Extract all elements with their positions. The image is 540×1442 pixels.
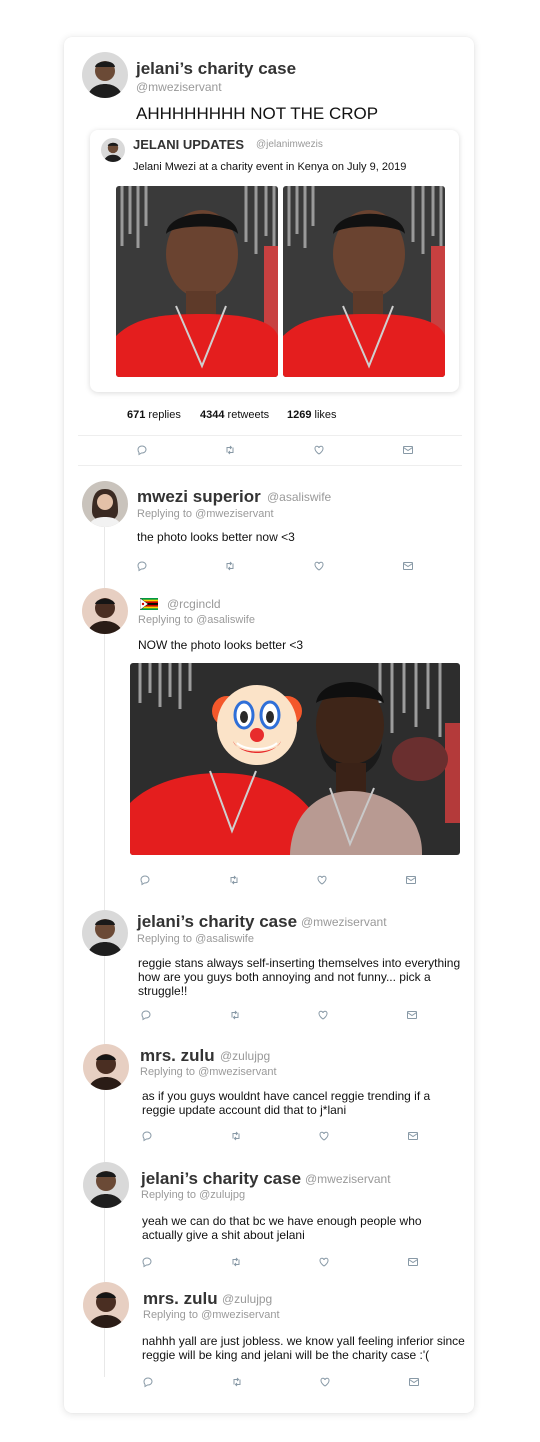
tweet-actions: [64, 1256, 474, 1270]
heart-icon[interactable]: [313, 560, 327, 574]
clown-emoji: [207, 677, 307, 777]
quote-photo-right[interactable]: [283, 186, 445, 377]
author-handle[interactable]: @asaliswife: [267, 490, 331, 504]
quote-author-handle: @jelanimwezis: [256, 139, 323, 150]
quote-text: Jelani Mwezi at a charity event in Kenya…: [133, 161, 407, 173]
tweet-text: NOW the photo looks better <3: [138, 638, 304, 652]
author-handle[interactable]: @zulujpg: [220, 1049, 270, 1063]
replying-to: Replying to @mweziservant: [140, 1066, 277, 1078]
retweet-icon[interactable]: [229, 1009, 243, 1023]
heart-icon[interactable]: [317, 1009, 331, 1023]
mail-icon[interactable]: [408, 1376, 422, 1390]
replies-count: 671: [127, 409, 146, 421]
mail-icon[interactable]: [402, 560, 416, 574]
tweet-text: reggie stans always self-inserting thems…: [138, 956, 461, 998]
reply-icon[interactable]: [142, 1376, 156, 1390]
reply-icon[interactable]: [141, 1256, 155, 1270]
replies-stat[interactable]: 671 replies: [127, 409, 181, 421]
quote-avatar: [101, 138, 125, 162]
author-handle[interactable]: @mweziservant: [305, 1172, 391, 1186]
mail-icon[interactable]: [406, 1009, 420, 1023]
reply-icon[interactable]: [140, 1009, 154, 1023]
reply-icon[interactable]: [139, 874, 153, 888]
likes-stat[interactable]: 1269 likes: [287, 409, 337, 421]
heart-icon[interactable]: [318, 1130, 332, 1144]
retweet-icon[interactable]: [230, 1256, 244, 1270]
author-handle[interactable]: @rcgincld: [167, 597, 221, 611]
tweet-text: AHHHHHHHH NOT THE CROP: [136, 104, 379, 123]
heart-icon[interactable]: [316, 874, 330, 888]
likes-label: likes: [314, 409, 337, 421]
tweet-actions: [64, 560, 474, 574]
divider: [78, 435, 462, 436]
retweet-icon[interactable]: [224, 560, 238, 574]
likes-count: 1269: [287, 409, 312, 421]
avatar[interactable]: [82, 588, 128, 634]
avatar[interactable]: [82, 481, 128, 527]
retweets-count: 4344: [200, 409, 225, 421]
tweet-text: as if you guys wouldnt have cancel reggi…: [142, 1089, 431, 1117]
quote-author-name: JELANI UPDATES: [133, 137, 244, 152]
tweet-text: yeah we can do that bc we have enough pe…: [142, 1214, 422, 1242]
avatar[interactable]: [83, 1044, 129, 1090]
replying-to: Replying to @asaliswife: [138, 614, 255, 626]
author-handle[interactable]: @mweziservant: [136, 80, 222, 94]
heart-icon[interactable]: [318, 1256, 332, 1270]
reply-icon[interactable]: [136, 444, 150, 458]
tweet-actions: [64, 874, 474, 888]
divider: [78, 465, 462, 466]
avatar[interactable]: [82, 910, 128, 956]
replies-label: replies: [148, 409, 181, 421]
tweet-actions: [64, 1009, 474, 1023]
zimbabwe-flag-icon: [139, 597, 158, 611]
author-name[interactable]: mrs. zulu: [140, 1046, 215, 1066]
author-name[interactable]: jelani’s charity case: [137, 912, 297, 932]
tweet-actions: [64, 1130, 474, 1144]
quoted-tweet[interactable]: JELANI UPDATES @jelanimwezis Jelani Mwez…: [90, 130, 459, 392]
author-name[interactable]: jelani’s charity case: [136, 59, 296, 79]
reply-icon[interactable]: [136, 560, 150, 574]
replying-to: Replying to @mweziservant: [143, 1309, 280, 1321]
author-name[interactable]: jelani’s charity case: [141, 1169, 301, 1189]
retweet-icon[interactable]: [228, 874, 242, 888]
heart-icon[interactable]: [319, 1376, 333, 1390]
tweet-actions: [64, 444, 474, 458]
avatar[interactable]: [83, 1282, 129, 1328]
replying-to: Replying to @zulujpg: [141, 1189, 246, 1201]
retweet-icon[interactable]: [224, 444, 238, 458]
mail-icon[interactable]: [402, 444, 416, 458]
mail-icon[interactable]: [407, 1256, 421, 1270]
retweet-icon[interactable]: [231, 1376, 245, 1390]
author-name[interactable]: mrs. zulu: [143, 1289, 218, 1309]
author-handle[interactable]: @mweziservant: [301, 915, 387, 929]
avatar[interactable]: [83, 1162, 129, 1208]
replying-to: Replying to @asaliswife: [137, 933, 254, 945]
author-name[interactable]: mwezi superior: [137, 487, 261, 507]
quote-photo-left[interactable]: [116, 186, 278, 377]
heart-icon[interactable]: [313, 444, 327, 458]
tweet-text: nahhh yall are just jobless. we know yal…: [142, 1334, 465, 1362]
mail-icon[interactable]: [405, 874, 419, 888]
thread-card: jelani’s charity case @mweziservant AHHH…: [64, 37, 474, 1413]
author-handle[interactable]: @zulujpg: [222, 1292, 272, 1306]
retweets-stat[interactable]: 4344 retweets: [200, 409, 269, 421]
mail-icon[interactable]: [407, 1130, 421, 1144]
reply-icon[interactable]: [141, 1130, 155, 1144]
replying-to: Replying to @mweziservant: [137, 508, 274, 520]
retweets-label: retweets: [227, 409, 270, 421]
tweet-actions: [64, 1376, 474, 1390]
tweet-text: the photo looks better now <3: [137, 530, 295, 544]
avatar[interactable]: [82, 52, 128, 98]
retweet-icon[interactable]: [230, 1130, 244, 1144]
